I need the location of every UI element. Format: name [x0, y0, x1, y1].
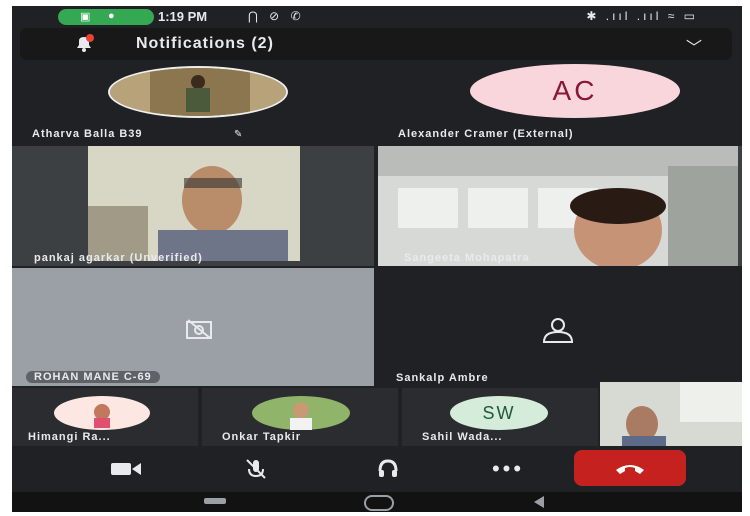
home-icon[interactable] — [364, 495, 394, 511]
participant-tile[interactable]: Sankalp Ambre — [378, 268, 742, 386]
participant-tile[interactable]: Himangi Ra... — [12, 388, 198, 446]
system-nav-bar — [12, 492, 742, 512]
participant-tile[interactable]: SW Sahil Wada... — [402, 388, 598, 446]
participant-name: Alexander Cramer (External) — [398, 128, 574, 140]
self-view[interactable] — [600, 382, 742, 446]
camera-icon: ▣ — [80, 11, 91, 23]
status-bar: ▣ ● 1:19 PM ⋂ ⊘ ✆ ✱ .ııl .ııl ≈ ▭ — [12, 6, 742, 28]
participant-tile[interactable]: ROHAN MANE C-69 — [12, 268, 374, 386]
participant-tile[interactable]: Sangeeta Mohapatra — [378, 146, 742, 266]
participant-video — [88, 146, 300, 261]
participant-tile[interactable]: AC Alexander Cramer (External) — [378, 62, 742, 144]
participant-name: Onkar Tapkir — [222, 431, 302, 443]
clock: 1:19 PM — [158, 9, 208, 24]
mic-off-icon — [246, 459, 266, 479]
participant-name: ROHAN MANE C-69 — [26, 371, 160, 383]
hang-up-icon — [616, 465, 644, 474]
meeting-screen: ▣ ● 1:19 PM ⋂ ⊘ ✆ ✱ .ııl .ııl ≈ ▭ Notifi… — [12, 6, 742, 512]
notifications-label: Notifications (2) — [136, 35, 274, 52]
status-icons-right: ✱ .ııl .ııl ≈ ▭ — [586, 9, 698, 23]
headset-icon — [378, 459, 398, 477]
participant-tile[interactable]: Atharva Balla B39 ✎ — [12, 62, 374, 144]
participant-name: Himangi Ra... — [28, 431, 111, 443]
chevron-down-icon[interactable]: ﹀ — [686, 34, 702, 58]
participant-video — [378, 146, 738, 266]
back-icon[interactable] — [532, 495, 546, 509]
status-icons-left: ⋂ ⊘ ✆ — [248, 9, 305, 23]
participant-name: Sahil Wada... — [422, 431, 503, 443]
bell-icon — [77, 34, 94, 52]
video-camera-icon — [111, 463, 141, 475]
initials-avatar: AC — [470, 64, 680, 118]
camera-off-icon — [186, 319, 212, 339]
participant-name: Sankalp Ambre — [396, 372, 489, 384]
participant-avatar — [252, 396, 350, 430]
participant-avatar — [54, 396, 150, 430]
hang-up-button[interactable] — [574, 450, 686, 486]
more-options-button[interactable]: ••• — [478, 452, 538, 486]
call-controls: ••• — [12, 446, 742, 492]
participant-avatar — [108, 66, 288, 118]
call-indicator[interactable]: ▣ ● — [58, 9, 154, 25]
participant-name: pankaj agarkar (Unverified) — [34, 252, 203, 264]
participant-name: Sangeeta Mohapatra — [404, 252, 530, 264]
more-icon: ••• — [491, 456, 525, 481]
camera-button[interactable] — [96, 452, 156, 486]
participant-tile[interactable]: pankaj agarkar (Unverified) — [12, 146, 374, 266]
participant-name: Atharva Balla B39 — [32, 128, 143, 140]
notifications-bar[interactable]: Notifications (2) ﹀ — [20, 28, 732, 60]
person-icon: ● — [108, 10, 115, 22]
mic-off-icon: ✎ — [234, 129, 243, 140]
initials-avatar: SW — [450, 396, 548, 430]
recents-icon[interactable] — [204, 498, 226, 504]
person-icon — [542, 318, 574, 343]
participant-tile[interactable]: Onkar Tapkir — [202, 388, 398, 446]
mute-button[interactable] — [226, 452, 286, 486]
audio-button[interactable] — [358, 452, 418, 486]
